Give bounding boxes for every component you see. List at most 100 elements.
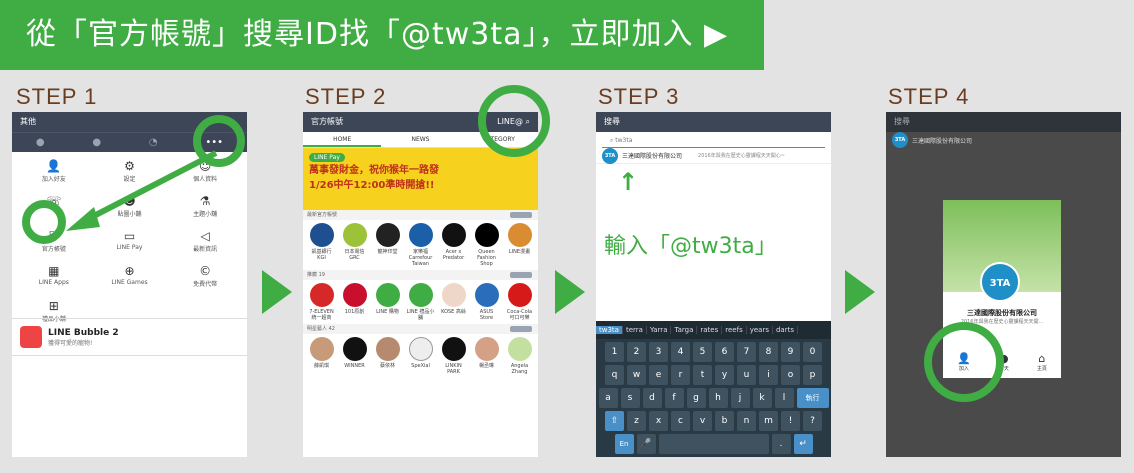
- language-key[interactable]: En: [614, 434, 634, 454]
- account-item[interactable]: 7-ELEVEN 統一超商: [308, 283, 336, 321]
- key[interactable]: f: [664, 388, 684, 408]
- key[interactable]: e: [649, 365, 668, 385]
- key[interactable]: x: [649, 411, 668, 431]
- account-item[interactable]: LINE漫畫: [506, 223, 534, 267]
- instruction-banner: 從「官方帳號」搜尋ID找「@tw3ta」，立即加入 ▶: [0, 0, 764, 70]
- home-button[interactable]: ⌂ 主頁: [1037, 352, 1047, 372]
- account-item[interactable]: 凱基銀行 KGI: [308, 223, 336, 267]
- key[interactable]: r: [671, 365, 690, 385]
- account-item[interactable]: 薛凱琪: [308, 337, 336, 375]
- account-item[interactable]: Acer x Predator: [440, 223, 468, 267]
- promo-banner[interactable]: LINE Pay 萬事發財金，祝你猴年一路發 1/26中午12:00準時開搶!!: [303, 148, 538, 210]
- suggestion-item[interactable]: rates: [697, 326, 723, 334]
- search-result[interactable]: 3TA 三達國際股份有限公司 2016年與我在歷史心靈課程天天開心~: [596, 147, 831, 164]
- more-button[interactable]: [510, 326, 532, 332]
- account-item[interactable]: Coca-Cola 可口可樂: [506, 283, 534, 321]
- suggestion-item[interactable]: darts: [773, 326, 798, 334]
- enter-key[interactable]: ↵: [793, 434, 813, 454]
- menu-item-free-coins[interactable]: © 免費代幣: [167, 263, 243, 288]
- key[interactable]: s: [620, 388, 640, 408]
- key[interactable]: o: [781, 365, 800, 385]
- key[interactable]: u: [737, 365, 756, 385]
- key[interactable]: z: [627, 411, 646, 431]
- key[interactable]: 9: [781, 342, 800, 362]
- key[interactable]: 3: [649, 342, 668, 362]
- step-label: STEP 4: [888, 84, 970, 109]
- account-item[interactable]: 楊丞琳: [473, 337, 501, 375]
- avatar: [474, 337, 499, 361]
- suggestion-item[interactable]: reefs: [722, 326, 747, 334]
- line-pay-pill: LINE Pay: [309, 153, 345, 162]
- key[interactable]: 8: [759, 342, 778, 362]
- account-item[interactable]: LINE 購物: [374, 283, 402, 321]
- key[interactable]: i: [759, 365, 778, 385]
- key[interactable]: y: [715, 365, 734, 385]
- account-item[interactable]: 101原創: [341, 283, 369, 321]
- key[interactable]: c: [671, 411, 690, 431]
- account-item[interactable]: Angela Zhang: [506, 337, 534, 375]
- key[interactable]: q: [605, 365, 624, 385]
- key[interactable]: ?: [803, 411, 822, 431]
- key[interactable]: k: [752, 388, 772, 408]
- search-input[interactable]: ⌕ tw3ta: [602, 134, 825, 148]
- account-item[interactable]: SpeXial: [407, 337, 435, 375]
- key[interactable]: 4: [671, 342, 690, 362]
- account-item[interactable]: ASUS Store: [473, 283, 501, 321]
- suggestion-item[interactable]: Yarra: [647, 326, 672, 334]
- account-item[interactable]: KOSE 高絲: [440, 283, 468, 321]
- key[interactable]: !: [781, 411, 800, 431]
- key[interactable]: d: [642, 388, 662, 408]
- account-item[interactable]: 龍神印堂: [374, 223, 402, 267]
- suggestion-item[interactable]: terra: [623, 326, 647, 334]
- friends-tab-icon[interactable]: ●: [36, 137, 45, 148]
- more-button[interactable]: [510, 272, 532, 278]
- key[interactable]: n: [737, 411, 756, 431]
- key[interactable]: m: [759, 411, 778, 431]
- menu-item-apps[interactable]: ▦ LINE Apps: [16, 263, 92, 288]
- tab-home[interactable]: HOME: [303, 132, 382, 147]
- suggestion-item[interactable]: tw3ta: [596, 326, 623, 334]
- more-button[interactable]: [510, 212, 532, 218]
- shift-key[interactable]: ⇧: [605, 411, 624, 431]
- key[interactable]: v: [693, 411, 712, 431]
- account-item[interactable]: LINE 禮品小舖: [407, 283, 435, 321]
- key[interactable]: j: [730, 388, 750, 408]
- space-key[interactable]: [658, 434, 769, 454]
- suggestion-item[interactable]: Targa: [671, 326, 698, 334]
- bubble-promo[interactable]: LINE Bubble 2 獲得可愛的寵物!: [12, 318, 247, 356]
- key[interactable]: .: [771, 434, 791, 454]
- key[interactable]: w: [627, 365, 646, 385]
- account-item[interactable]: 家樂福 Carrefour Taiwan: [407, 223, 435, 267]
- key[interactable]: h: [708, 388, 728, 408]
- enter-key[interactable]: 執行: [796, 388, 829, 408]
- mic-key-icon[interactable]: 🎤: [636, 434, 656, 454]
- account-item[interactable]: LINKIN PARK: [440, 337, 468, 375]
- account-item[interactable]: Queen Fashion Shop: [473, 223, 501, 267]
- key[interactable]: 6: [715, 342, 734, 362]
- suggestion-item[interactable]: years: [747, 326, 773, 334]
- account-item[interactable]: 蔡依林: [374, 337, 402, 375]
- key[interactable]: 5: [693, 342, 712, 362]
- key[interactable]: b: [715, 411, 734, 431]
- key[interactable]: a: [598, 388, 618, 408]
- search-result[interactable]: 3TA 三達國際股份有限公司: [886, 132, 1121, 148]
- key[interactable]: l: [774, 388, 794, 408]
- result-note: 2016年與我在歷史心靈課程天天開心~: [698, 153, 785, 159]
- key[interactable]: p: [803, 365, 822, 385]
- key[interactable]: 7: [737, 342, 756, 362]
- key[interactable]: 0: [803, 342, 822, 362]
- up-arrow-icon: ↑: [618, 168, 639, 196]
- games-icon: ⊕: [124, 264, 135, 278]
- key[interactable]: 2: [627, 342, 646, 362]
- account-item[interactable]: 日本電信 GRC: [341, 223, 369, 267]
- account-item[interactable]: WINNER: [341, 337, 369, 375]
- phone-screen-step4: 搜尋 3TA 三達國際股份有限公司 3TA 三達國際股份有限公司 2016年與我…: [886, 112, 1121, 457]
- key[interactable]: g: [686, 388, 706, 408]
- step-label: STEP 3: [598, 84, 680, 109]
- key[interactable]: t: [693, 365, 712, 385]
- menu-item-games[interactable]: ⊕ LINE Games: [92, 263, 168, 288]
- tab-news[interactable]: NEWS: [381, 132, 459, 147]
- key[interactable]: 1: [605, 342, 624, 362]
- coin-icon: ©: [199, 264, 212, 278]
- avatar: [507, 337, 532, 361]
